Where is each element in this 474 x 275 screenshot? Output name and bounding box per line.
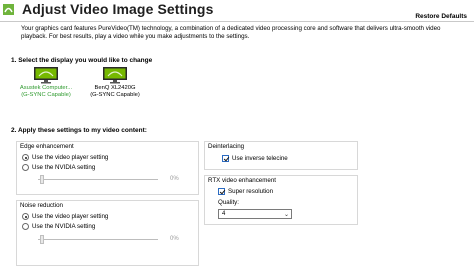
nvidia-settings-icon <box>2 2 15 17</box>
noise-reduction-group: Noise reduction Use the video player set… <box>16 200 199 266</box>
edge-enhancement-title: Edge enhancement <box>20 143 74 150</box>
edge-player-setting-radio[interactable]: Use the video player setting <box>22 153 108 162</box>
header-divider <box>0 21 474 22</box>
section-2-label: 2. Apply these settings to my video cont… <box>11 127 147 134</box>
slider-track <box>38 239 158 240</box>
display-benq[interactable]: BenQ XL2420G (G-SYNC Capable) <box>85 67 145 99</box>
display-name: Asustek Computer... <box>19 85 73 91</box>
edge-slider-value: 0% <box>170 176 179 182</box>
option-label: Use inverse telecine <box>232 155 288 162</box>
page-description: Your graphics card features PureVideo(TM… <box>21 25 441 40</box>
quality-dropdown[interactable]: 4 ⌄ <box>218 209 292 219</box>
section-1-label: 1. Select the display you would like to … <box>11 57 153 64</box>
edge-enhancement-group: Edge enhancement Use the video player se… <box>16 141 199 195</box>
radio-selected-icon <box>22 154 29 161</box>
option-label: Super resolution <box>228 188 274 195</box>
slider-track <box>38 179 158 180</box>
option-label: Use the NVIDIA setting <box>32 164 96 171</box>
radio-selected-icon <box>22 213 29 220</box>
noise-slider-value: 0% <box>170 236 179 242</box>
noise-reduction-slider[interactable] <box>38 235 168 244</box>
option-label: Use the video player setting <box>32 213 109 220</box>
radio-unselected-icon <box>22 223 29 230</box>
rtx-video-enhancement-group: RTX video enhancement Super resolution Q… <box>204 175 358 225</box>
noise-reduction-title: Noise reduction <box>20 202 63 209</box>
checkbox-checked-icon <box>222 155 229 162</box>
quality-label: Quality: <box>218 199 239 206</box>
radio-unselected-icon <box>22 164 29 171</box>
page-title: Adjust Video Image Settings <box>22 1 214 17</box>
option-label: Use the NVIDIA setting <box>32 223 96 230</box>
slider-thumb[interactable] <box>40 235 44 244</box>
chevron-down-icon: ⌄ <box>283 212 289 218</box>
display-asustek[interactable]: Asustek Computer... (G-SYNC Capable) <box>16 67 76 99</box>
deinterlacing-group: Deinterlacing Use inverse telecine <box>204 141 358 170</box>
monitor-icon <box>103 67 127 84</box>
display-name: BenQ XL2420G <box>94 85 136 91</box>
noise-player-setting-radio[interactable]: Use the video player setting <box>22 212 108 221</box>
monitor-icon <box>34 67 58 84</box>
display-gsync-label: (G-SYNC Capable) <box>90 92 140 98</box>
super-resolution-checkbox[interactable]: Super resolution <box>218 187 273 196</box>
display-gsync-label: (G-SYNC Capable) <box>21 92 71 98</box>
noise-nvidia-setting-radio[interactable]: Use the NVIDIA setting <box>22 222 95 231</box>
rtx-video-enhancement-title: RTX video enhancement <box>208 177 276 184</box>
deinterlacing-title: Deinterlacing <box>208 143 245 150</box>
restore-defaults-link[interactable]: Restore Defaults <box>415 13 467 20</box>
checkbox-checked-icon <box>218 188 225 195</box>
inverse-telecine-checkbox[interactable]: Use inverse telecine <box>222 154 288 163</box>
slider-thumb[interactable] <box>40 175 44 184</box>
quality-value: 4 <box>222 211 226 217</box>
page-header: Adjust Video Image Settings Restore Defa… <box>0 0 474 20</box>
option-label: Use the video player setting <box>32 154 109 161</box>
edge-nvidia-setting-radio[interactable]: Use the NVIDIA setting <box>22 163 95 172</box>
edge-enhancement-slider[interactable] <box>38 175 168 184</box>
